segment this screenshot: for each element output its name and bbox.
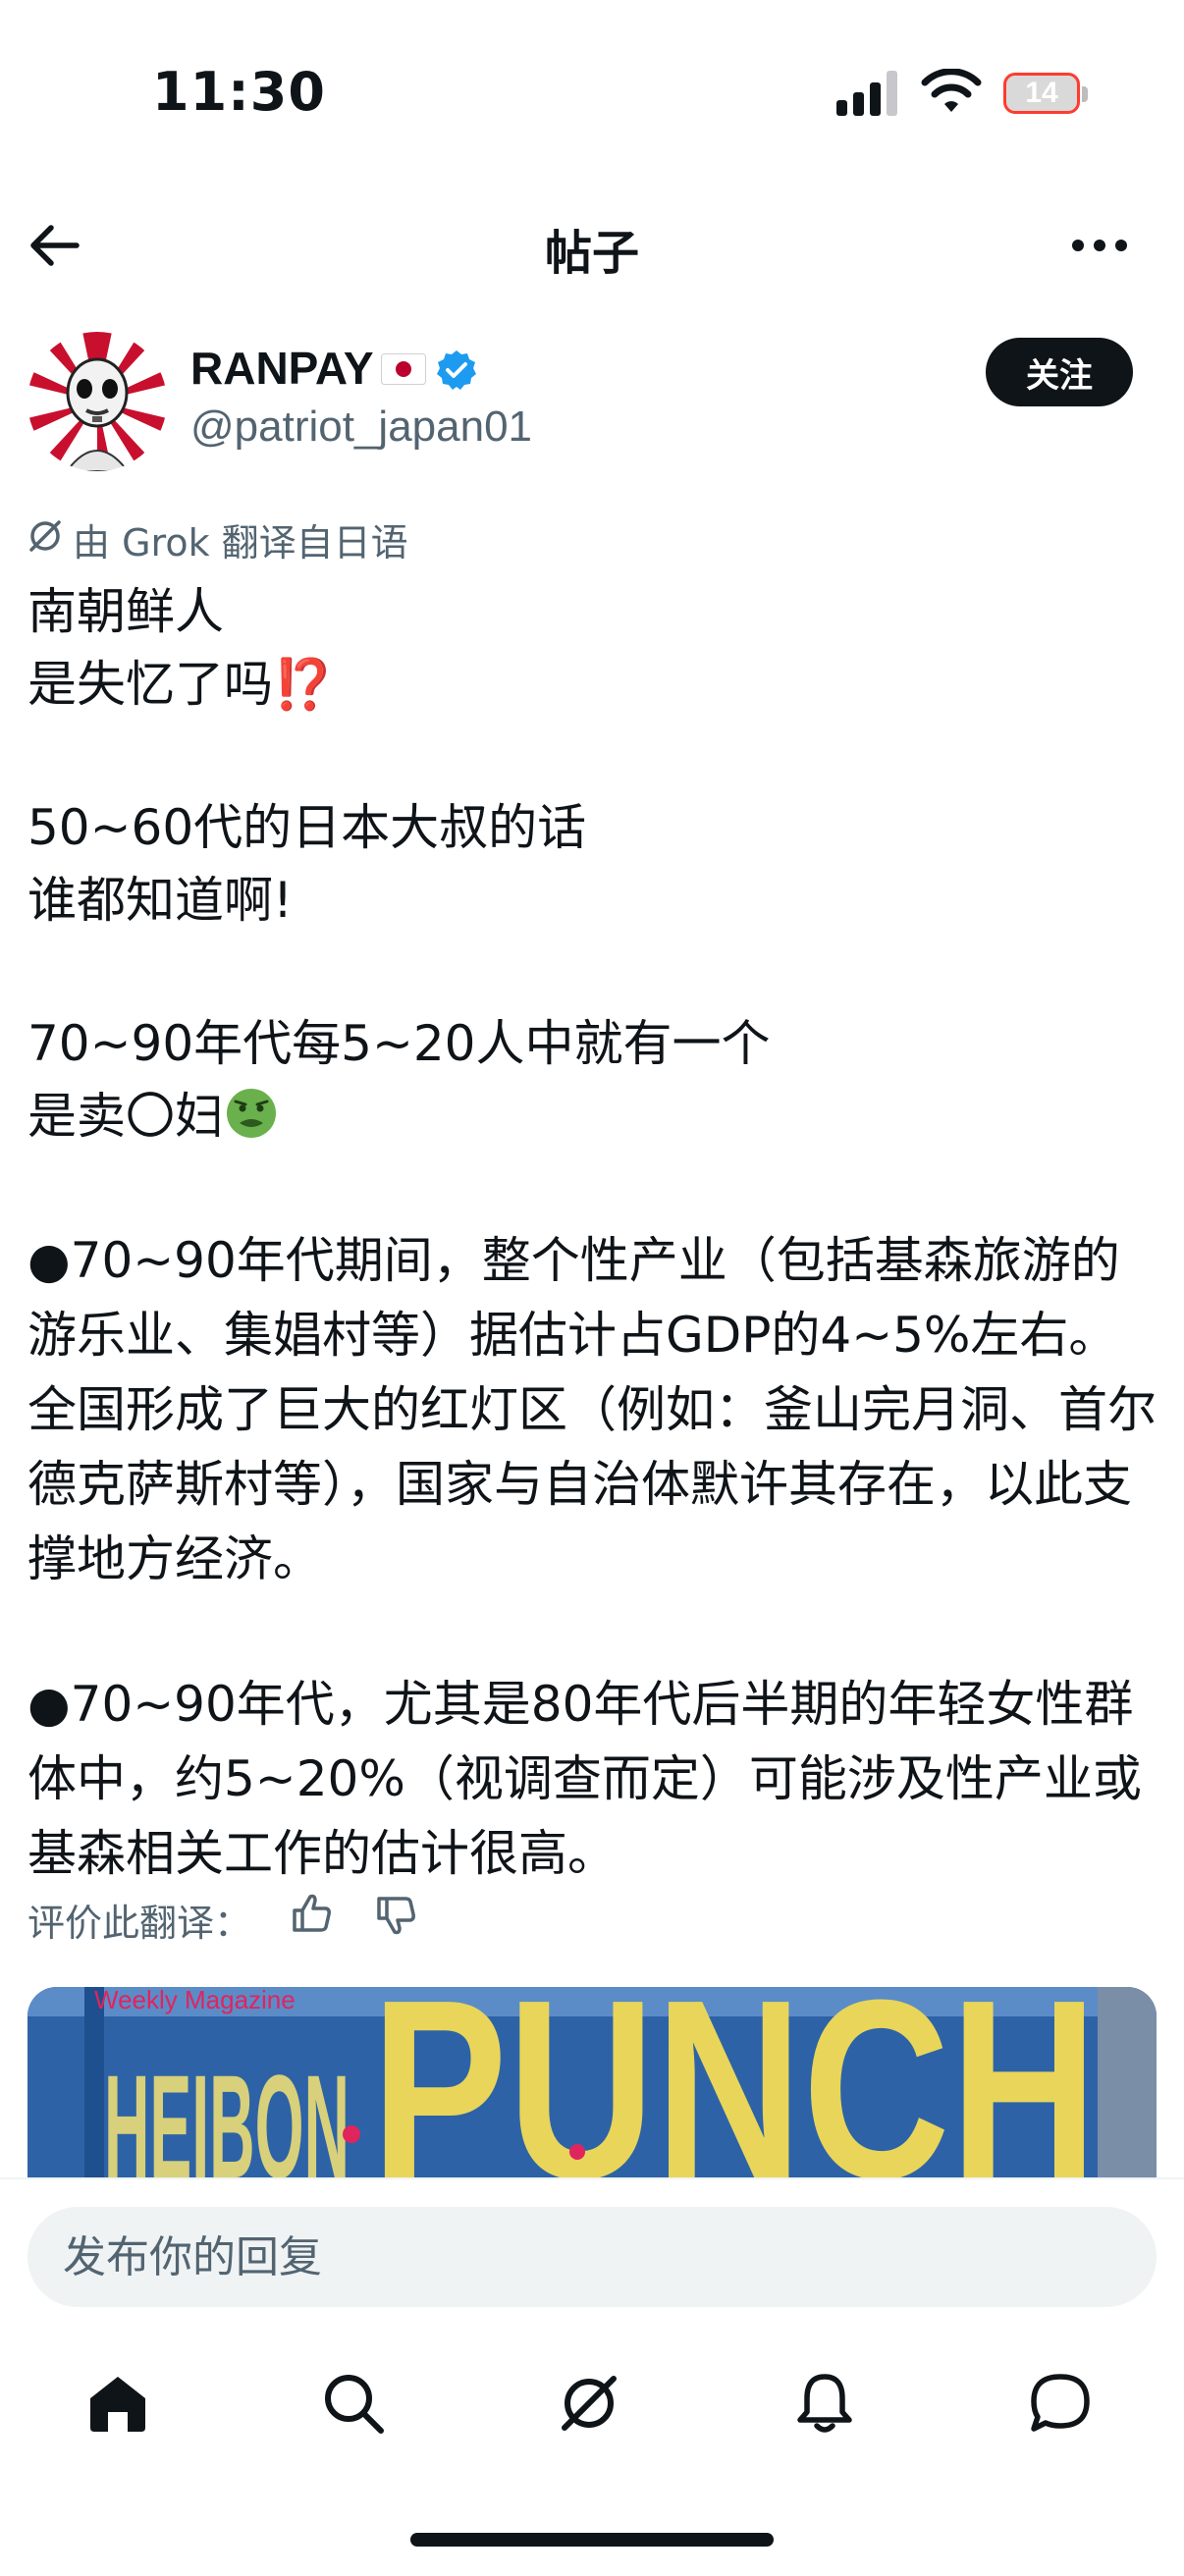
tab-grok[interactable] — [552, 2366, 626, 2441]
magazine-title-a: HEIBON — [104, 2044, 350, 2177]
tab-messages[interactable] — [1023, 2366, 1098, 2441]
tab-search[interactable] — [316, 2366, 391, 2441]
tab-notifications[interactable] — [787, 2366, 862, 2441]
translation-note: 由 Grok 翻译自日语 — [73, 521, 408, 564]
thumbs-up-icon[interactable] — [291, 1891, 334, 1934]
battery-tip — [1082, 86, 1088, 102]
status-time: 11:30 — [152, 61, 326, 123]
post-image[interactable]: HEIBON PUNCH — [27, 1987, 1157, 2177]
home-indicator — [410, 2533, 774, 2547]
post-line: 南朝鲜人 — [27, 583, 224, 640]
interrobang-emoji: ⁉️ — [273, 656, 335, 713]
author-handle[interactable]: @patriot_japan01 — [190, 402, 532, 452]
post-line: 是失忆了吗⁉️ — [27, 648, 1166, 721]
magazine-title-b: PUNCH — [371, 1987, 1098, 2177]
follow-button[interactable]: 关注 — [986, 338, 1133, 406]
grok-tab-icon — [562, 2376, 617, 2431]
post-line: 是卖〇妇 — [27, 1080, 1166, 1153]
messages-icon — [1031, 2374, 1090, 2432]
post-line: 70~90年代每5~20人中就有一个 — [27, 1015, 771, 1072]
post-line-text: 是失忆了吗 — [27, 656, 273, 713]
page-title: 帖子 — [544, 226, 639, 281]
reply-input[interactable] — [27, 2207, 1157, 2307]
verified-badge-icon — [437, 350, 476, 390]
author-name[interactable]: RANPAY — [190, 342, 374, 395]
post-line-text: 是卖〇妇 — [27, 1088, 224, 1145]
home-icon — [90, 2377, 145, 2432]
post-line: 谁都知道啊! — [27, 872, 294, 929]
cellular-signal-icon — [836, 71, 897, 116]
wifi-icon — [921, 69, 982, 112]
grok-icon — [29, 520, 61, 552]
post-line: 50~60代的日本大叔的话 — [27, 799, 587, 856]
nauseated-face-icon — [227, 1089, 276, 1138]
post-paragraph: ●70~90年代期间，整个性产业（包括基森旅游的游乐业、集娼村等）据估计占GDP… — [27, 1232, 1157, 1587]
notifications-icon — [797, 2374, 852, 2433]
battery-level: 14 — [1025, 77, 1058, 109]
post-paragraph: ●70~90年代，尤其是80年代后半期的年轻女性群体中，约5~20%（视调查而定… — [27, 1676, 1142, 1882]
avatar[interactable] — [27, 332, 167, 471]
tab-home[interactable] — [81, 2366, 155, 2441]
more-icon[interactable] — [1070, 238, 1129, 253]
post-text: 南朝鲜人 是失忆了吗⁉️ 50~60代的日本大叔的话 谁都知道啊! 70~90年… — [27, 575, 1166, 1891]
rate-translation-label: 评价此翻译： — [27, 1902, 252, 1945]
search-icon — [325, 2375, 384, 2434]
magazine-cover-image: HEIBON PUNCH — [27, 1987, 1157, 2177]
battery-indicator: 14 — [1003, 73, 1080, 114]
thumbs-down-icon[interactable] — [375, 1895, 418, 1938]
magazine-caption: Weekly Magazine — [94, 1985, 296, 2014]
japan-flag-icon — [381, 353, 426, 385]
stormtrooper-avatar-image — [27, 332, 167, 471]
